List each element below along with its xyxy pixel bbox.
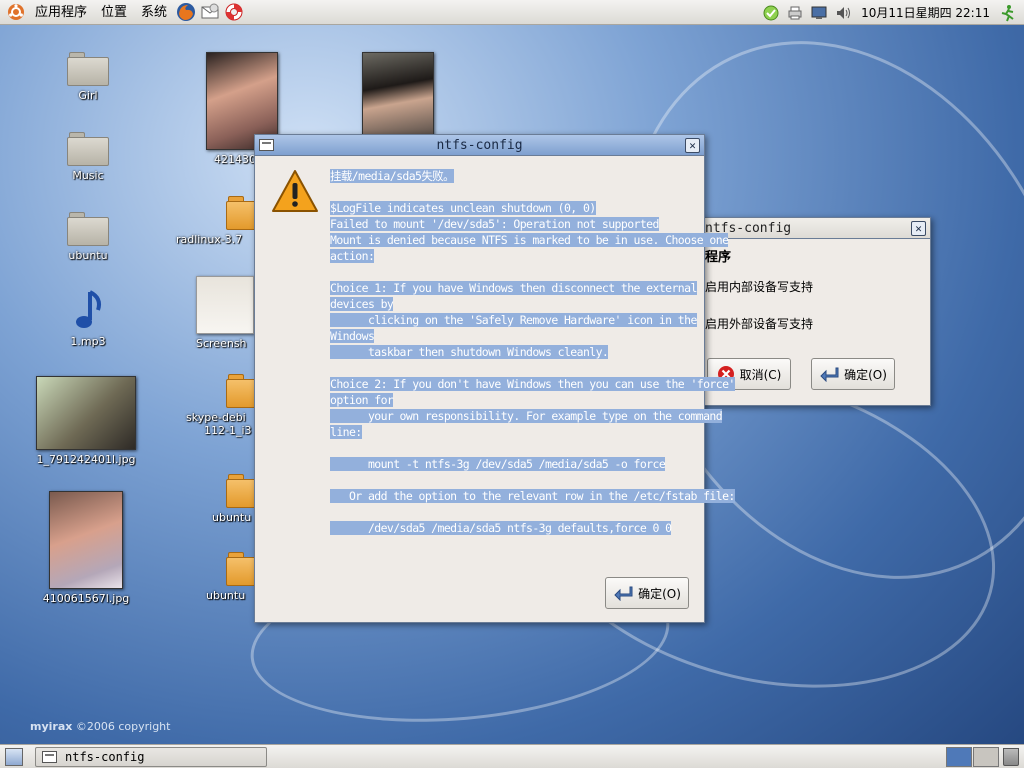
message-line (330, 264, 702, 280)
folder-icon (67, 212, 109, 246)
ok-button-label: 确定(O) (844, 367, 887, 382)
ok-button[interactable]: 确定(O) (811, 358, 895, 390)
desktop-photo-410061567l[interactable]: 410061567l.jpg (38, 491, 134, 605)
folder-icon (67, 52, 109, 86)
display-icon[interactable] (809, 3, 829, 23)
workspace-1[interactable] (946, 747, 972, 767)
help-lifebuoy-icon[interactable] (223, 1, 245, 23)
volume-icon[interactable] (833, 3, 853, 23)
ok-button[interactable]: 确定(O) (605, 577, 689, 609)
window-titlebar[interactable]: ntfs-config ✕ (701, 218, 930, 239)
copyright-text: ©2006 copyright (72, 720, 171, 733)
desktop-photo-2[interactable] (361, 52, 435, 136)
desktop-folder-ubuntu[interactable]: ubuntu (63, 212, 113, 262)
message-line: action: (330, 249, 375, 263)
message-line: Choice 2: If you don't have Windows then… (330, 377, 735, 391)
message-line: Windows (330, 329, 375, 343)
ok-arrow-icon (614, 586, 633, 601)
desktop-folder-girl[interactable]: Girl (63, 52, 113, 102)
network-icon[interactable] (761, 3, 781, 23)
message-line: Choice 1: If you have Windows then disco… (330, 281, 697, 295)
message-line: your own responsibility. For example typ… (330, 409, 723, 423)
close-icon[interactable]: ✕ (911, 221, 926, 236)
menu-applications[interactable]: 应用程序 (28, 0, 94, 25)
desktop-icon-label: Girl (78, 89, 98, 102)
ubuntu-logo-icon[interactable] (5, 1, 27, 23)
ok-arrow-icon (820, 367, 839, 382)
taskbar-window-label: ntfs-config (65, 750, 145, 764)
cancel-button-label: 取消(C) (739, 367, 782, 382)
photo-thumbnail (49, 491, 123, 589)
top-panel: 应用程序 位置 系统 10月11日星期四 22:11 (0, 0, 1024, 25)
message-line: devices by (330, 297, 394, 311)
message-line: line: (330, 425, 362, 439)
trash-icon[interactable] (1003, 748, 1019, 766)
desktop-icon-label: 1.mp3 (70, 335, 106, 348)
desktop-icon-label: 1_791242401l.jpg (36, 453, 136, 466)
dialog-titlebar[interactable]: ntfs-config ✕ (255, 135, 704, 156)
photo-thumbnail (362, 52, 434, 136)
internal-write-option[interactable]: 启用内部设备写支持 (705, 278, 813, 295)
message-line: /dev/sda5 /media/sda5 ntfs-3g defaults,f… (330, 521, 672, 535)
menu-system[interactable]: 系统 (134, 0, 174, 25)
screenshot-thumbnail (196, 276, 254, 334)
copyright-brand: myirax (30, 720, 73, 733)
dialog-title: ntfs-config (436, 138, 523, 153)
window-menu-icon[interactable] (259, 139, 274, 151)
desktop-icon-label: radlinux-3.7 (176, 233, 243, 246)
section-heading: 程序 (705, 250, 732, 265)
external-write-option[interactable]: 启用外部设备写支持 (705, 315, 813, 332)
message-line: Failed to mount '/dev/sda5': Operation n… (330, 217, 659, 231)
desktop-photo-1-791242401l[interactable]: 1_791242401l.jpg (33, 376, 139, 466)
desktop-icon-label: Music (72, 169, 104, 182)
message-line (330, 440, 702, 456)
message-line: Mount is denied because NTFS is marked t… (330, 233, 729, 247)
taskbar-window-button[interactable]: ntfs-config (35, 747, 267, 767)
wallpaper-copyright: myirax ©2006 copyright (30, 720, 170, 733)
message-line: Or add the option to the relevant row in… (330, 489, 735, 503)
desktop-icon-label: 410061567l.jpg (42, 592, 130, 605)
workspace-2[interactable] (973, 747, 999, 767)
close-icon[interactable]: ✕ (685, 138, 700, 153)
warning-icon (272, 170, 318, 212)
firefox-icon[interactable] (175, 1, 197, 23)
evolution-mail-icon[interactable] (199, 1, 221, 23)
show-desktop-icon[interactable] (5, 748, 23, 766)
desktop-icon-label: ubuntu (68, 249, 108, 262)
message-line: $LogFile indicates unclean shutdown (0, … (330, 201, 596, 215)
music-note-icon (76, 290, 101, 328)
clock[interactable]: 10月11日星期四 22:11 (855, 4, 996, 21)
window-icon (42, 751, 57, 763)
desktop-folder-music[interactable]: Music (63, 132, 113, 182)
ntfs-error-dialog: ntfs-config ✕ 挂载/media/sda5失败。 $LogFile … (254, 134, 735, 623)
message-line (330, 184, 702, 200)
message-line (330, 472, 702, 488)
desktop-folder-radlinux[interactable]: radlinux-3.7 (176, 196, 268, 246)
message-line (330, 360, 702, 376)
message-line: 挂载/media/sda5失败。 (330, 169, 455, 183)
error-message: 挂载/media/sda5失败。 $LogFile indicates uncl… (330, 168, 735, 536)
bottom-panel: ntfs-config (0, 744, 1024, 768)
menu-places[interactable]: 位置 (94, 0, 134, 25)
photo-thumbnail (36, 376, 136, 450)
message-line: option for (330, 393, 394, 407)
system-tray: 10月11日星期四 22:11 (759, 0, 1020, 25)
folder-icon (67, 132, 109, 166)
message-line (330, 504, 702, 520)
printer-icon[interactable] (785, 3, 805, 23)
ok-button-label: 确定(O) (638, 586, 681, 601)
logout-icon[interactable] (998, 3, 1018, 23)
message-line: mount -t ntfs-3g /dev/sda5 /media/sda5 -… (330, 457, 666, 471)
message-line: clicking on the 'Safely Remove Hardware'… (330, 313, 697, 327)
desktop-file-mp3[interactable]: 1.mp3 (63, 288, 113, 348)
message-line: taskbar then shutdown Windows cleanly. (330, 345, 609, 359)
